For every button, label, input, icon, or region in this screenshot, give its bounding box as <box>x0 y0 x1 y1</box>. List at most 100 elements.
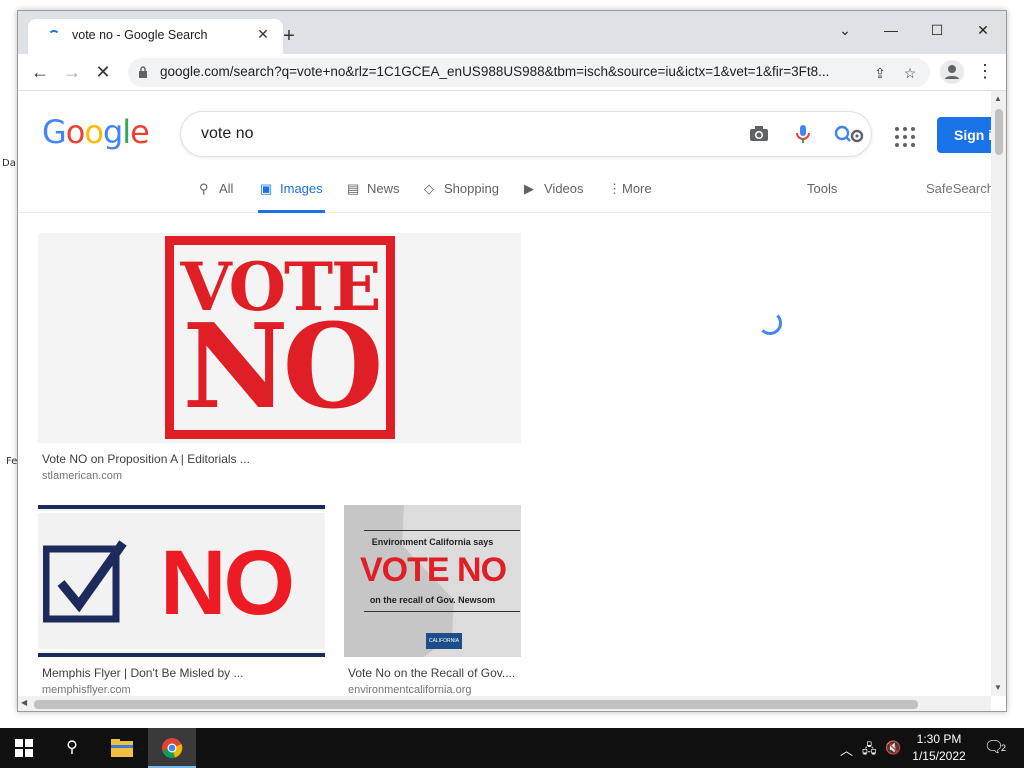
address-bar[interactable]: google.com/search?q=vote+no&rlz=1C1GCEA_… <box>128 58 930 87</box>
clock-date: 1/15/2022 <box>912 749 966 763</box>
vote-no-stamp-image: VOTE NO <box>165 236 395 439</box>
result-thumbnail[interactable]: Environment California says VOTE NO on t… <box>344 505 521 657</box>
vertical-scrollbar[interactable]: ▲ ▼ <box>991 91 1006 696</box>
close-window-button[interactable]: ✕ <box>960 15 1006 45</box>
share-icon[interactable]: ⇪ <box>869 62 891 84</box>
safesearch-button[interactable]: SafeSearch <box>926 181 991 213</box>
tab-label: All <box>219 181 234 196</box>
search-tabs: ⚲ All ▣ Images ▤ News ◇ Shopping ▶ Videos ⋮Mo… <box>18 171 991 213</box>
page-content: Google vote no Sign in ⚲ All ▣ Images ▤ New… <box>18 91 991 696</box>
tab-shopping[interactable]: ◇ Shopping <box>424 181 499 213</box>
lock-icon <box>139 66 147 78</box>
image-result[interactable]: Environment California says VOTE NO on t… <box>344 505 521 696</box>
tools-button[interactable]: Tools <box>807 181 837 213</box>
profile-avatar-icon[interactable] <box>940 60 964 84</box>
divider <box>364 611 520 612</box>
scroll-up-arrow-icon[interactable]: ▲ <box>994 94 1002 103</box>
browser-window: vote no - Google Search ✕ + ⌄ — ☐ ✕ ← → … <box>17 10 1007 712</box>
vertical-scroll-thumb[interactable] <box>995 109 1003 155</box>
search-icon[interactable]: ⚲ <box>48 728 96 768</box>
tab-images[interactable]: ▣ Images <box>258 181 325 213</box>
divider <box>364 530 520 531</box>
image-icon: ▣ <box>260 181 273 196</box>
tab-all[interactable]: ⚲ All <box>199 181 233 213</box>
notification-count: 2 <box>1000 736 1006 760</box>
file-explorer-icon[interactable] <box>98 728 146 768</box>
clock-time: 1:30 PM <box>916 732 962 746</box>
notification-center-icon[interactable]: 🗨 2 <box>982 736 1006 760</box>
scroll-down-arrow-icon[interactable]: ▼ <box>994 683 1002 692</box>
environment-california-logo: CALIFORNIA <box>426 633 462 649</box>
windows-logo-icon <box>15 739 33 757</box>
no-text-image: NO <box>160 532 295 634</box>
checkbox-check-icon <box>43 540 127 623</box>
loading-spinner-icon <box>48 30 60 42</box>
apps-grid-icon[interactable] <box>893 125 917 149</box>
desktop-icon-label: Fe <box>6 456 18 467</box>
maximize-button[interactable]: ☐ <box>914 15 960 45</box>
tab-label: News <box>367 181 400 196</box>
stamp-text-no: NO <box>182 299 383 435</box>
tab-more[interactable]: ⋮More <box>608 181 652 213</box>
chrome-taskbar-icon[interactable] <box>148 728 196 768</box>
image-caption: Environment California says <box>371 537 494 547</box>
volume-muted-icon[interactable]: 🔇 <box>885 740 901 756</box>
search-box[interactable]: vote no <box>180 111 872 157</box>
browser-toolbar: ← → ✕ google.com/search?q=vote+no&rlz=1C… <box>18 54 1006 91</box>
tab-close-icon[interactable]: ✕ <box>254 25 272 43</box>
tab-label: More <box>622 181 652 196</box>
search-input[interactable]: vote no <box>201 125 253 143</box>
taskbar-clock[interactable]: 1:30 PM 1/15/2022 <box>908 731 970 765</box>
horizontal-scroll-thumb[interactable] <box>34 700 918 709</box>
result-site[interactable]: environmentcalifornia.org <box>348 684 472 696</box>
network-icon[interactable]: 🖧 <box>862 740 877 762</box>
tab-search-button[interactable]: ⌄ <box>822 15 868 45</box>
more-vert-icon: ⋮ <box>608 181 621 196</box>
show-hidden-icons-icon[interactable]: ︿ <box>840 740 853 759</box>
microphone-icon[interactable] <box>791 123 815 147</box>
result-title[interactable]: Memphis Flyer | Don't Be Misled by ... <box>42 666 243 680</box>
search-icon: ⚲ <box>199 181 209 196</box>
result-title[interactable]: Vote No on the Recall of Gov.... <box>348 666 515 680</box>
back-arrow-icon[interactable]: ← <box>27 59 53 85</box>
loading-spinner-icon <box>758 311 782 335</box>
result-site[interactable]: stlamerican.com <box>42 470 122 482</box>
result-thumbnail[interactable]: VOTE NO <box>38 233 521 443</box>
camera-icon[interactable] <box>747 123 771 147</box>
result-title[interactable]: Vote NO on Proposition A | Editorials ..… <box>42 452 250 466</box>
minimize-button[interactable]: — <box>868 15 914 45</box>
bookmark-star-icon[interactable]: ☆ <box>899 62 921 84</box>
scroll-left-arrow-icon[interactable]: ◀ <box>21 698 27 707</box>
search-settings-icon[interactable] <box>831 123 871 147</box>
tab-label: Images <box>280 181 323 196</box>
tab-news[interactable]: ▤ News <box>347 181 400 213</box>
result-site[interactable]: memphisflyer.com <box>42 684 131 696</box>
image-caption: on the recall of Gov. Newsom <box>369 595 496 605</box>
title-bar: vote no - Google Search ✕ + ⌄ — ☐ ✕ <box>18 11 1006 54</box>
sign-in-button[interactable]: Sign in <box>937 117 991 153</box>
horizontal-scrollbar[interactable]: ◀ <box>18 696 991 711</box>
taskbar: ⚲ ︿ 🖧 🔇 1:30 PM 1/15/2022 🗨 2 <box>0 728 1024 768</box>
browser-menu-icon[interactable]: ⋮ <box>976 60 994 84</box>
image-result[interactable]: NO Memphis Flyer | Don't Be Misled by ..… <box>38 505 325 696</box>
browser-tab[interactable]: vote no - Google Search ✕ <box>28 19 283 54</box>
url-text: google.com/search?q=vote+no&rlz=1C1GCEA_… <box>160 64 830 79</box>
tag-icon: ◇ <box>424 181 434 196</box>
image-result[interactable]: VOTE NO Vote NO on Proposition A | Edito… <box>38 233 521 493</box>
start-button[interactable] <box>0 728 48 768</box>
stripe <box>38 649 325 651</box>
stripe <box>38 511 325 513</box>
result-thumbnail[interactable]: NO <box>38 505 325 657</box>
vote-no-text-image: VOTE NO <box>360 551 507 589</box>
tab-title: vote no - Google Search <box>72 28 208 42</box>
play-icon: ▶ <box>524 181 534 196</box>
desktop-icon-label: Da <box>2 158 16 169</box>
new-tab-button[interactable]: + <box>278 25 300 47</box>
forward-arrow-icon[interactable]: → <box>59 59 85 85</box>
tab-label: Shopping <box>444 181 499 196</box>
tab-videos[interactable]: ▶ Videos <box>524 181 584 213</box>
google-logo[interactable]: Google <box>42 113 150 151</box>
tab-label: Videos <box>544 181 584 196</box>
stop-loading-icon[interactable]: ✕ <box>90 59 116 85</box>
news-icon: ▤ <box>347 181 360 196</box>
